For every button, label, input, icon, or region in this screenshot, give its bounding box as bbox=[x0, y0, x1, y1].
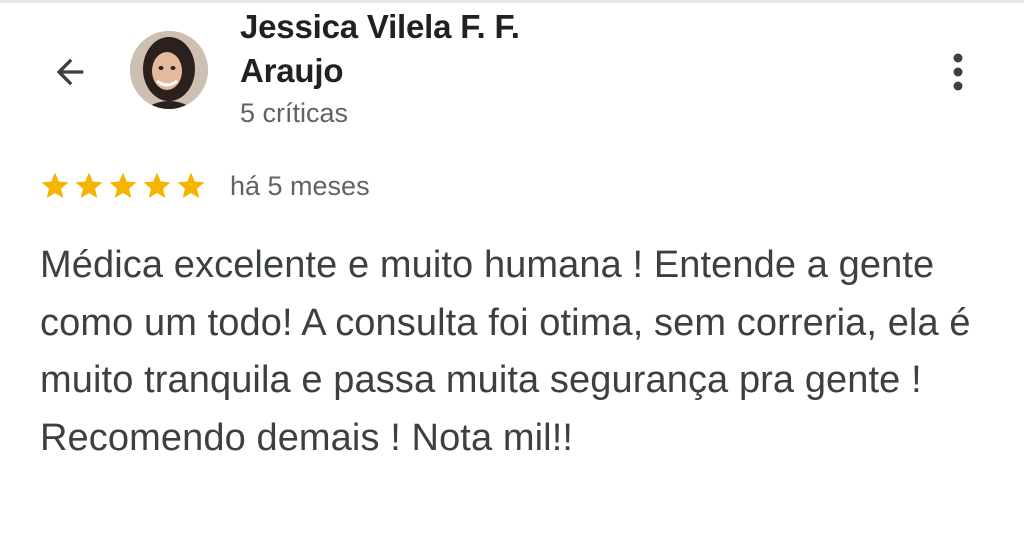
more-options-button[interactable] bbox=[936, 46, 980, 98]
reviews-count: 5 críticas bbox=[240, 98, 349, 128]
back-button[interactable] bbox=[44, 46, 96, 98]
top-divider bbox=[0, 0, 1024, 3]
more-vert-icon bbox=[953, 53, 963, 91]
avatar[interactable] bbox=[130, 31, 208, 109]
star-icon bbox=[143, 172, 171, 198]
star-rating bbox=[39, 170, 207, 202]
reviewer-name[interactable]: Jessica Vilela F. F. Araujo bbox=[240, 5, 620, 93]
star-icon bbox=[109, 172, 137, 198]
star-icon bbox=[177, 172, 205, 198]
review-text: Médica excelente e muito humana ! Entend… bbox=[40, 244, 971, 459]
star-icon bbox=[41, 172, 69, 198]
avatar-photo bbox=[130, 31, 208, 109]
star-icon bbox=[75, 172, 103, 198]
arrow-back-icon bbox=[56, 58, 84, 86]
review-time: há 5 meses bbox=[230, 171, 370, 201]
